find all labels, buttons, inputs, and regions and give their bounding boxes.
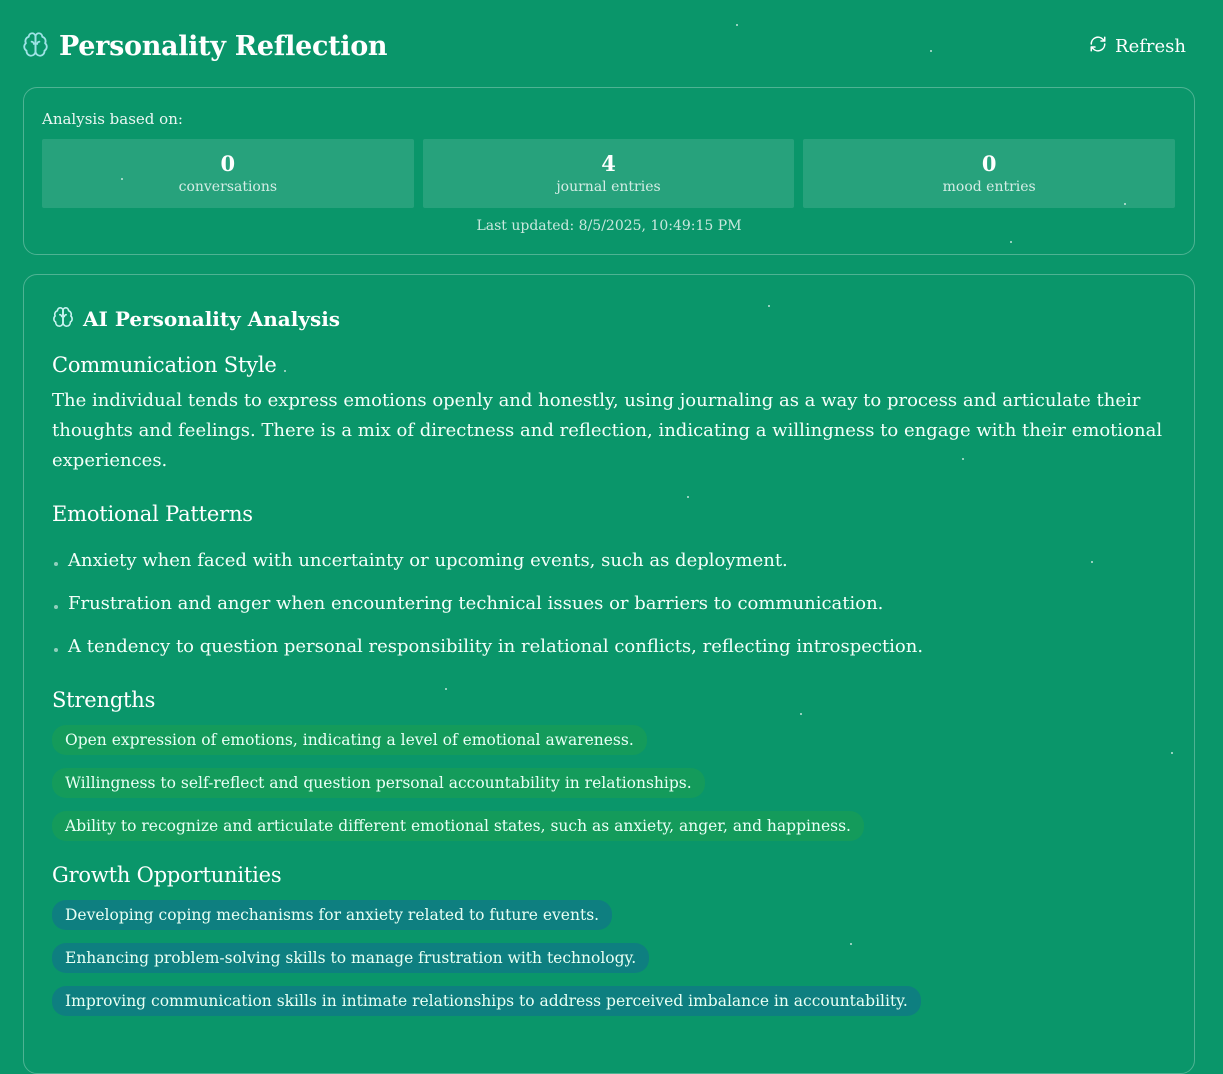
list-item-text: Anxiety when faced with uncertainty or u…	[68, 550, 788, 571]
communication-style-text: The individual tends to express emotions…	[52, 390, 1163, 471]
page-header: Personality Reflection Refresh	[22, 26, 1186, 66]
communication-style-title: Communication Style	[52, 353, 277, 377]
emotional-patterns-list: Anxiety when faced with uncertainty or u…	[52, 539, 1170, 668]
growth-opportunities-title: Growth Opportunities	[52, 863, 282, 887]
list-item-text: A tendency to question personal responsi…	[68, 636, 924, 657]
stats-row: 0 conversations 4 journal entries 0 mood…	[42, 139, 1176, 208]
list-item: Frustration and anger when encountering …	[52, 582, 1170, 625]
brain-icon	[22, 31, 49, 62]
stat-value: 0	[981, 150, 997, 176]
stat-mood-entries: 0 mood entries	[803, 139, 1176, 208]
strengths-title: Strengths	[52, 688, 156, 712]
strength-pill: Open expression of emotions, indicating …	[52, 725, 647, 755]
brain-icon	[52, 306, 74, 333]
bullet-icon	[54, 561, 58, 566]
stat-conversations: 0 conversations	[42, 139, 414, 208]
strength-pill: Willingness to self-reflect and question…	[52, 768, 705, 798]
bullet-icon	[54, 647, 58, 652]
stat-label: conversations	[178, 179, 278, 196]
analysis-heading-label: AI Personality Analysis	[83, 307, 341, 331]
refresh-button[interactable]: Refresh	[1089, 31, 1186, 62]
list-item: A tendency to question personal responsi…	[52, 625, 1170, 668]
analysis-heading: AI Personality Analysis	[52, 303, 1170, 335]
last-updated-timestamp: Last updated: 8/5/2025, 10:49:15 PM	[476, 218, 742, 234]
stat-label: journal entries	[556, 179, 661, 196]
bullet-icon	[54, 604, 58, 609]
summary-label: Analysis based on:	[42, 110, 183, 128]
list-item-text: Frustration and anger when encountering …	[68, 593, 884, 614]
stat-value: 4	[601, 150, 616, 176]
stat-journal-entries: 4 journal entries	[422, 139, 795, 208]
emotional-patterns-title: Emotional Patterns	[52, 502, 253, 526]
stat-value: 0	[220, 150, 236, 176]
strength-pill: Ability to recognize and articulate diff…	[52, 811, 864, 841]
list-item: Anxiety when faced with uncertainty or u…	[52, 539, 1170, 582]
ai-analysis-card: AI Personality Analysis Communication St…	[23, 274, 1195, 1074]
growth-pill: Developing coping mechanisms for anxiety…	[52, 900, 613, 930]
growth-opportunities-list: Developing coping mechanisms for anxiety…	[52, 900, 1170, 1016]
refresh-label: Refresh	[1115, 35, 1186, 57]
stat-label: mood entries	[942, 179, 1036, 196]
page-title: Personality Reflection	[59, 30, 388, 62]
growth-pill: Improving communication skills in intima…	[52, 986, 921, 1016]
analysis-content: AI Personality Analysis Communication St…	[52, 303, 1170, 1029]
growth-pill: Enhancing problem-solving skills to mana…	[52, 943, 650, 973]
refresh-icon	[1089, 35, 1107, 58]
strengths-list: Open expression of emotions, indicating …	[52, 725, 1170, 841]
analysis-summary-card: Analysis based on: 0 conversations 4 jou…	[23, 87, 1195, 255]
title-group: Personality Reflection	[22, 30, 388, 62]
